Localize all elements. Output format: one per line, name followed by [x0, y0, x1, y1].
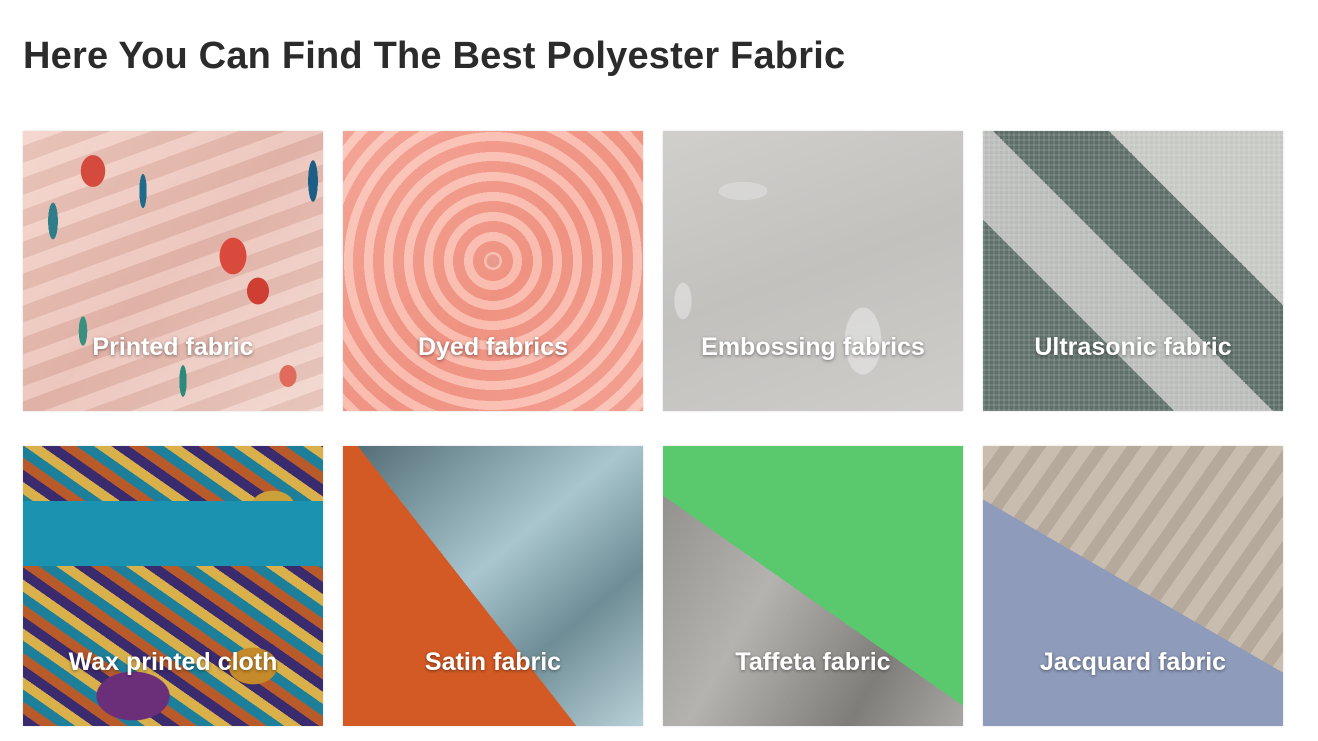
fabric-card-taffeta[interactable]: Taffeta fabric	[663, 446, 963, 726]
fabric-card-label: Dyed fabrics	[417, 333, 569, 361]
fabric-card-label: Wax printed cloth	[68, 648, 278, 676]
printed-fabric-image	[23, 131, 323, 411]
dyed-fabric-image	[343, 131, 643, 411]
satin-fabric-image	[343, 446, 643, 726]
fabric-card-satin[interactable]: Satin fabric	[343, 446, 643, 726]
fabric-card-label: Jacquard fabric	[1039, 648, 1227, 676]
page-title: Here You Can Find The Best Polyester Fab…	[23, 35, 846, 77]
fabric-card-label: Printed fabric	[92, 333, 254, 361]
fabric-card-embossing[interactable]: Embossing fabrics	[663, 131, 963, 411]
fabric-grid: Printed fabric Dyed fabrics Embossing fa…	[23, 131, 1283, 726]
fabric-card-ultrasonic[interactable]: Ultrasonic fabric	[983, 131, 1283, 411]
fabric-card-printed[interactable]: Printed fabric	[23, 131, 323, 411]
jacquard-fabric-image	[983, 446, 1283, 726]
fabric-card-label: Embossing fabrics	[701, 333, 925, 361]
fabric-card-dyed[interactable]: Dyed fabrics	[343, 131, 643, 411]
ultrasonic-fabric-image	[983, 131, 1283, 411]
taffeta-fabric-image	[663, 446, 963, 726]
fabric-card-label: Taffeta fabric	[735, 648, 891, 676]
page: Here You Can Find The Best Polyester Fab…	[0, 0, 1318, 741]
fabric-card-jacquard[interactable]: Jacquard fabric	[983, 446, 1283, 726]
fabric-card-label: Ultrasonic fabric	[1034, 333, 1232, 361]
embossing-fabric-image	[663, 131, 963, 411]
fabric-card-label: Satin fabric	[424, 648, 562, 676]
wax-printed-cloth-image	[23, 446, 323, 726]
fabric-card-wax-printed[interactable]: Wax printed cloth	[23, 446, 323, 726]
